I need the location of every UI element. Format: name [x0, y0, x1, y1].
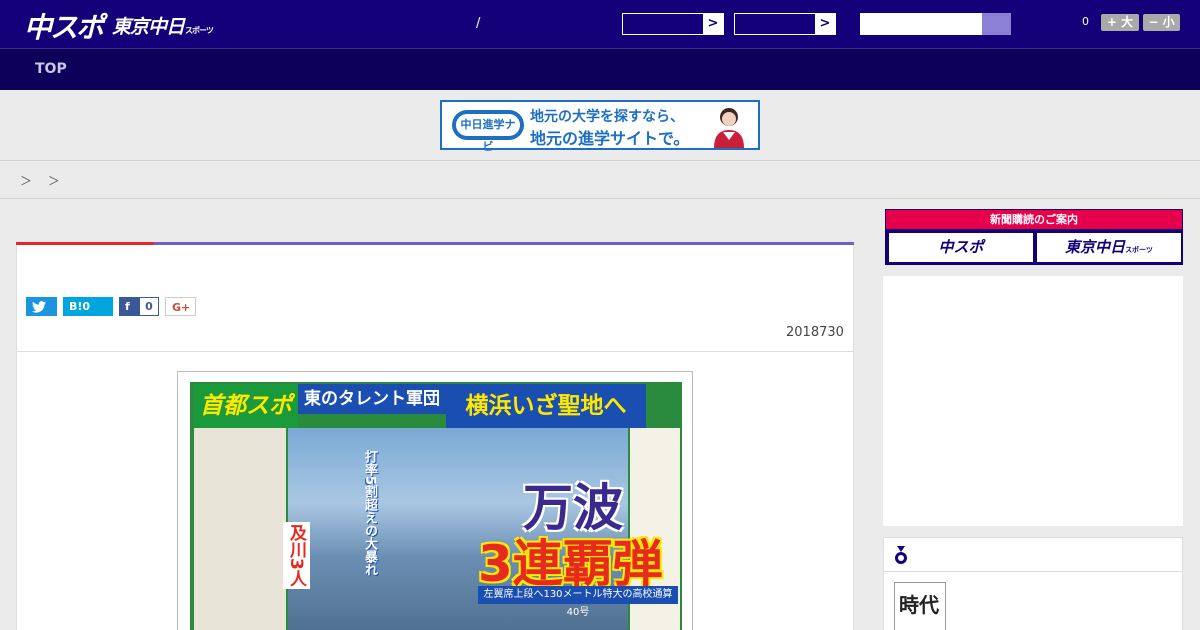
- subscribe-tokyo-small: スポーツ: [1125, 246, 1153, 254]
- ranking-thumbnail[interactable]: 時代: [894, 582, 946, 630]
- newspaper-side-name: 及川3人: [283, 522, 310, 589]
- medal-icon: [895, 546, 907, 564]
- header-separator: /: [476, 16, 481, 31]
- google-plus-share-button[interactable]: G+: [165, 297, 196, 316]
- newspaper-subheadline: 東のタレント軍団: [298, 384, 446, 414]
- divider: [16, 351, 854, 352]
- banner-ad[interactable]: 中日進学ナビ 地元の大学を探すなら、 地元の進学サイトで。: [440, 100, 760, 153]
- category-select[interactable]: >: [622, 13, 724, 35]
- newspaper-masthead: 首都スポ: [194, 384, 298, 428]
- tokyo-chunichi-logo-text: 東京中日: [112, 16, 185, 38]
- divider: [884, 571, 1182, 572]
- search-button[interactable]: [982, 13, 1011, 35]
- subscribe-chuspo-button[interactable]: 中スポ: [889, 233, 1033, 262]
- article-accent-red: [16, 242, 154, 245]
- font-larger-button[interactable]: + 大: [1101, 14, 1139, 31]
- chevron-right-icon[interactable]: >: [703, 14, 723, 34]
- facebook-share-count: 0: [139, 297, 159, 316]
- facebook-icon: f: [125, 300, 130, 313]
- font-size-count: 0: [1082, 15, 1089, 28]
- newspaper-front-page-image[interactable]: 首都スポ 東のタレント軍団 横浜いざ聖地へ 打率5割超えの大暴れ 及川3人 万波…: [177, 371, 693, 630]
- article-accent-purple: [154, 242, 854, 245]
- tokyo-chunichi-logo[interactable]: 東京中日スポーツ: [112, 12, 214, 39]
- breadcrumb[interactable]: ＞ ＞: [20, 172, 66, 189]
- article-date: 2018730: [786, 325, 844, 340]
- banner-badge: 中日進学ナビ: [452, 110, 524, 153]
- site-header: 中スポ 東京中日スポーツ / > > 0 + 大 − 小: [0, 0, 1200, 48]
- divider: [0, 160, 1200, 161]
- banner-line-2: 地元の進学サイトで。: [530, 129, 690, 148]
- newspaper-headline: 横浜いざ聖地へ: [446, 384, 646, 428]
- hatena-bookmark-button[interactable]: B!0: [63, 297, 113, 316]
- newspaper-vertical-text: 打率5割超えの大暴れ: [362, 450, 377, 577]
- chuspo-logo[interactable]: 中スポ: [24, 6, 104, 46]
- sidebar-ad-slot[interactable]: [883, 276, 1183, 526]
- newspaper-caption: 左翼席上段へ130メートル特大の高校通算40号: [478, 586, 678, 618]
- banner-line-1: 地元の大学を探すなら、: [530, 109, 684, 125]
- font-smaller-button[interactable]: − 小: [1143, 14, 1180, 31]
- divider: [0, 198, 1200, 199]
- main-nav: TOP: [0, 48, 1200, 90]
- subscription-box: 新聞購読のご案内 中スポ 東京中日スポーツ: [885, 209, 1183, 265]
- twitter-share-button[interactable]: [26, 297, 57, 316]
- facebook-share-button[interactable]: f 0: [119, 297, 159, 316]
- subscription-heading: 新聞購読のご案内: [886, 210, 1182, 229]
- subscribe-tokyo-chunichi-button[interactable]: 東京中日スポーツ: [1037, 233, 1181, 262]
- nav-item-top[interactable]: TOP: [35, 61, 67, 77]
- newspaper-left-column: [194, 428, 286, 630]
- sub-category-select[interactable]: >: [734, 13, 836, 35]
- banner-person-image: [714, 108, 744, 148]
- ranking-box: 時代: [883, 537, 1183, 630]
- subscribe-tokyo-label: 東京中日: [1065, 238, 1126, 256]
- twitter-icon: [32, 301, 46, 313]
- chevron-right-icon[interactable]: >: [815, 14, 835, 34]
- tokyo-chunichi-logo-small: スポーツ: [185, 26, 214, 35]
- search-input[interactable]: [860, 13, 982, 35]
- banner-badge-text: 中日進学ナビ: [456, 114, 520, 153]
